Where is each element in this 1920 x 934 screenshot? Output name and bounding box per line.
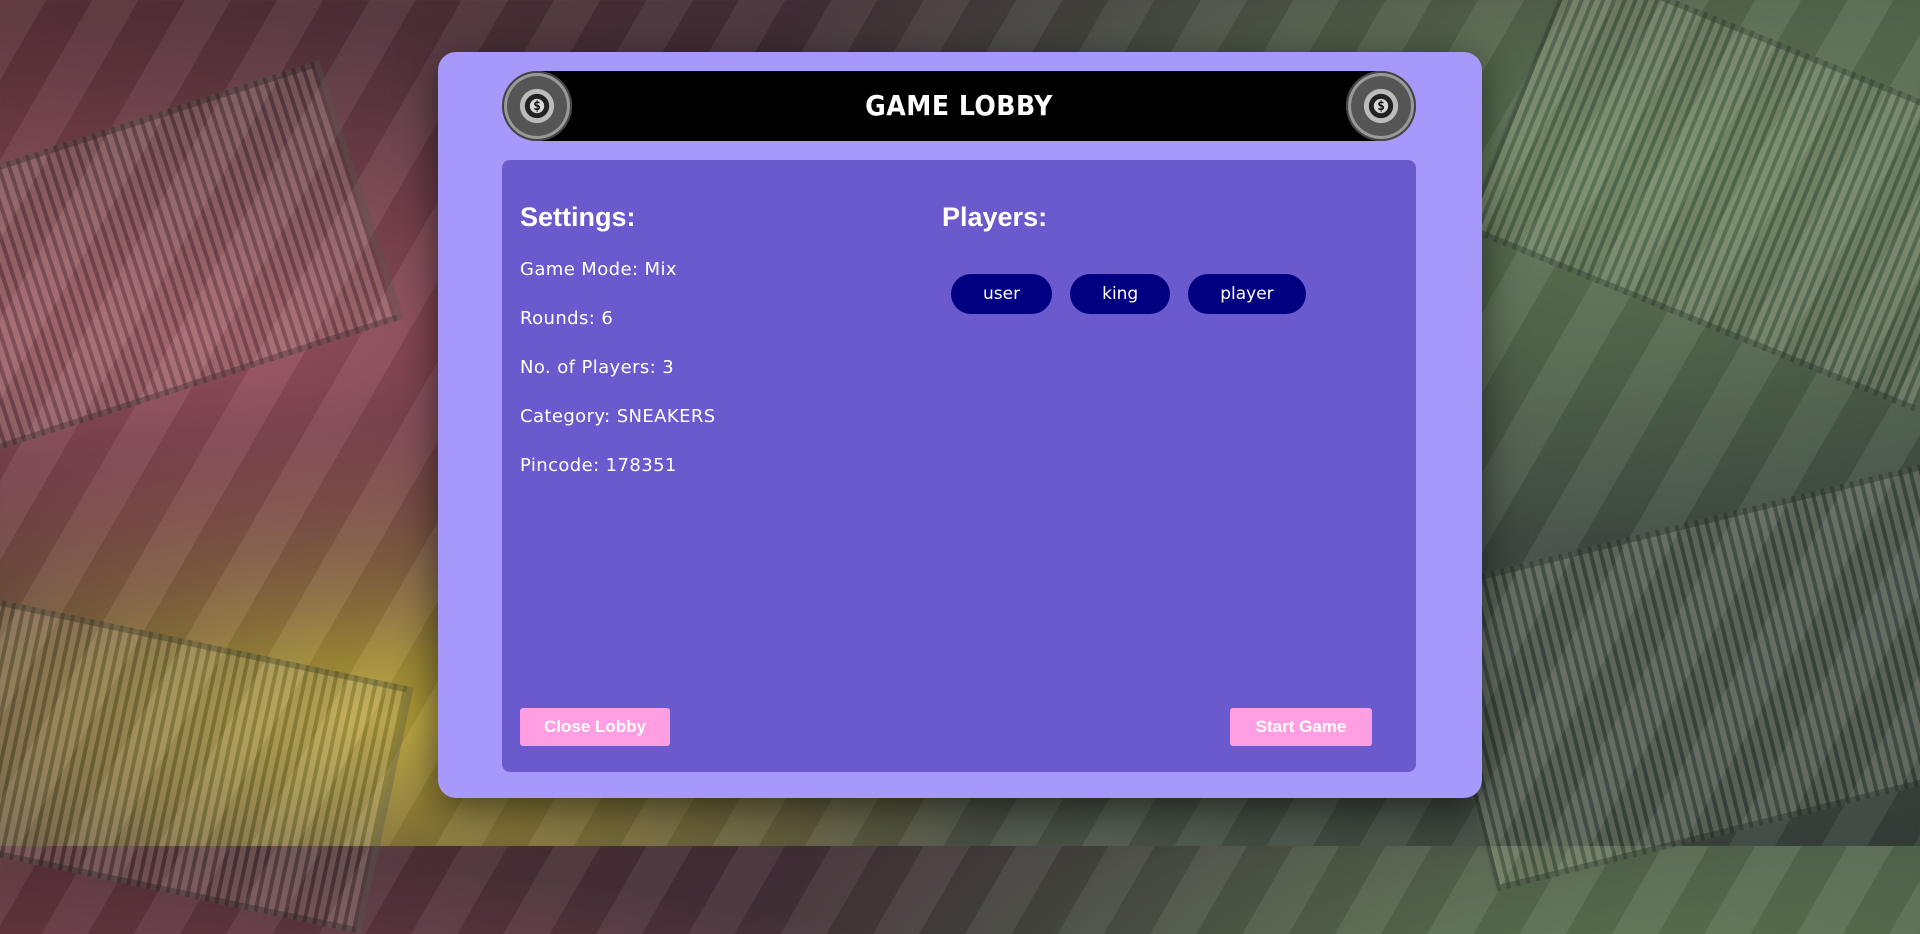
page-title: GAME LOBBY bbox=[865, 89, 1053, 122]
player-list: user king player bbox=[951, 274, 1306, 314]
game-mode-setting: Game Mode: Mix bbox=[520, 259, 677, 280]
settings-heading: Settings: bbox=[520, 202, 636, 232]
player-tag: king bbox=[1070, 274, 1171, 314]
background-bill bbox=[1463, 0, 1920, 414]
category-setting: Category: SNEAKERS bbox=[520, 406, 716, 427]
chip-label: $ bbox=[1377, 98, 1385, 114]
num-players-setting: No. of Players: 3 bbox=[520, 357, 675, 378]
background-bill bbox=[1420, 460, 1920, 892]
lobby-panel: $ GAME LOBBY $ Settings: Game Mode: Mix … bbox=[438, 52, 1482, 798]
player-tag: user bbox=[951, 274, 1053, 314]
players-section: Players: user king player bbox=[942, 202, 1306, 314]
settings-section: Settings: Game Mode: Mix Rounds: 6 No. o… bbox=[520, 202, 716, 504]
players-heading: Players: bbox=[942, 202, 1048, 232]
pincode-setting: Pincode: 178351 bbox=[520, 455, 677, 476]
player-tag: player bbox=[1188, 274, 1306, 314]
lobby-header: $ GAME LOBBY $ bbox=[502, 71, 1416, 141]
lobby-content: Settings: Game Mode: Mix Rounds: 6 No. o… bbox=[502, 160, 1416, 772]
poker-chip-icon: $ bbox=[1346, 71, 1416, 141]
rounds-setting: Rounds: 6 bbox=[520, 308, 614, 329]
close-lobby-button[interactable]: Close Lobby bbox=[520, 708, 670, 746]
background-bill bbox=[0, 597, 414, 934]
start-game-button[interactable]: Start Game bbox=[1230, 708, 1372, 746]
background-bill bbox=[0, 59, 404, 453]
